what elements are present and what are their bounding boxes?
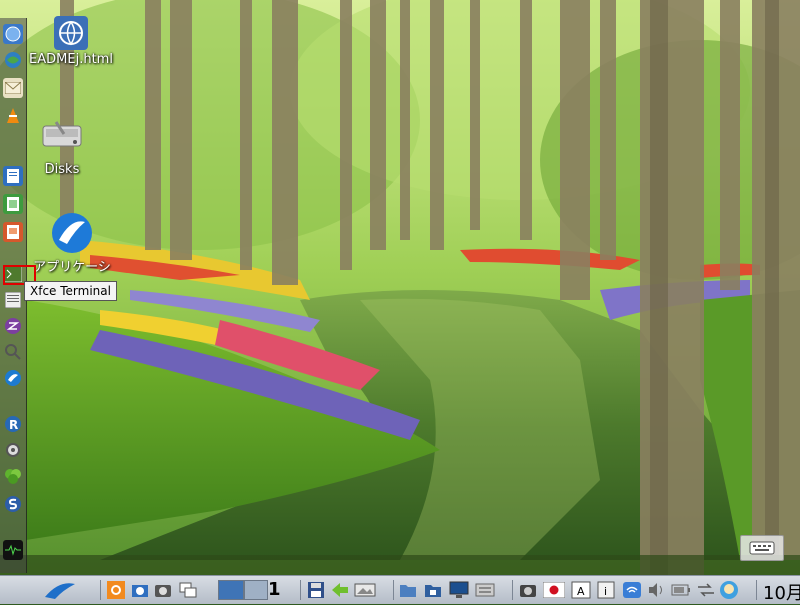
battery-icon[interactable] [670,580,692,600]
text-editor-icon[interactable] [3,290,23,310]
settings-icon[interactable] [3,440,23,460]
keyboard-indicator[interactable] [740,535,784,561]
desktop-wallpaper [0,0,800,603]
tooltip: Xfce Terminal [24,281,117,301]
browser-icon[interactable] [3,24,23,44]
separator [756,580,757,600]
html-file-icon [54,16,88,50]
workspace-pager-2[interactable] [244,580,268,600]
desktop-icon-label: Disks [44,162,80,177]
s-icon[interactable] [3,494,23,514]
spreadsheet-icon[interactable] [3,194,23,214]
mail-icon[interactable] [3,78,23,98]
screenshot-icon[interactable] [130,580,150,600]
search-icon[interactable] [3,342,23,362]
volume-icon[interactable] [646,580,666,600]
desktop-icon-applications[interactable]: アプリケーシ [32,212,112,275]
image-viewer-icon[interactable] [353,580,377,600]
back-arrow-icon[interactable] [330,580,350,600]
bird-icon[interactable] [3,368,23,388]
app-menu-icon [45,583,75,599]
disks-icon [42,118,82,152]
file-manager-icon[interactable] [398,580,418,600]
r-icon[interactable]: R [3,414,23,434]
lxqt-app-menu-icon [51,212,93,254]
monitor-icon[interactable] [448,580,470,600]
settings-icon[interactable] [106,580,126,600]
folder-icon[interactable] [423,580,443,600]
document-icon[interactable] [3,166,23,186]
presentation-icon[interactable] [3,222,23,242]
keyboard-icon[interactable] [474,580,496,600]
save-icon[interactable] [306,580,326,600]
svg-text:R: R [9,418,18,432]
separator [393,580,394,600]
separator [300,580,301,600]
desktop-icon-disks[interactable]: Disks [26,118,98,177]
text-input-icon[interactable]: A [570,580,592,600]
camera-icon[interactable] [153,580,173,600]
desktop-icon-label: アプリケーシ [33,260,111,275]
workspace-pager-1[interactable] [218,580,244,600]
app-menu-button[interactable] [40,580,80,600]
user-icon[interactable] [718,580,740,600]
windows-icon[interactable] [177,580,199,600]
keyboard-icon [749,541,775,555]
system-monitor-icon[interactable] [3,540,23,560]
network-icon[interactable] [695,580,717,600]
vlc-icon[interactable] [3,106,23,126]
emacs-icon[interactable] [3,316,23,336]
japan-flag-icon[interactable] [542,580,566,600]
camera-icon-2[interactable] [518,580,538,600]
svg-text:i: i [604,585,607,598]
desktop-icon-label: EADMEj.html [29,52,113,67]
globe-icon[interactable] [3,50,23,70]
workspace-number: 1 [268,579,281,600]
desktop-icon-html-file[interactable]: EADMEj.html [26,16,116,67]
clock[interactable]: 10月 [763,579,800,605]
separator [100,580,101,600]
leaf-icon[interactable] [3,466,23,486]
taskbar: 1 A i 10月 [0,575,800,604]
separator [512,580,513,600]
left-dock: R [0,18,27,573]
svg-text:A: A [577,585,585,598]
wifi-icon[interactable] [621,580,643,600]
info-icon[interactable]: i [596,580,616,600]
